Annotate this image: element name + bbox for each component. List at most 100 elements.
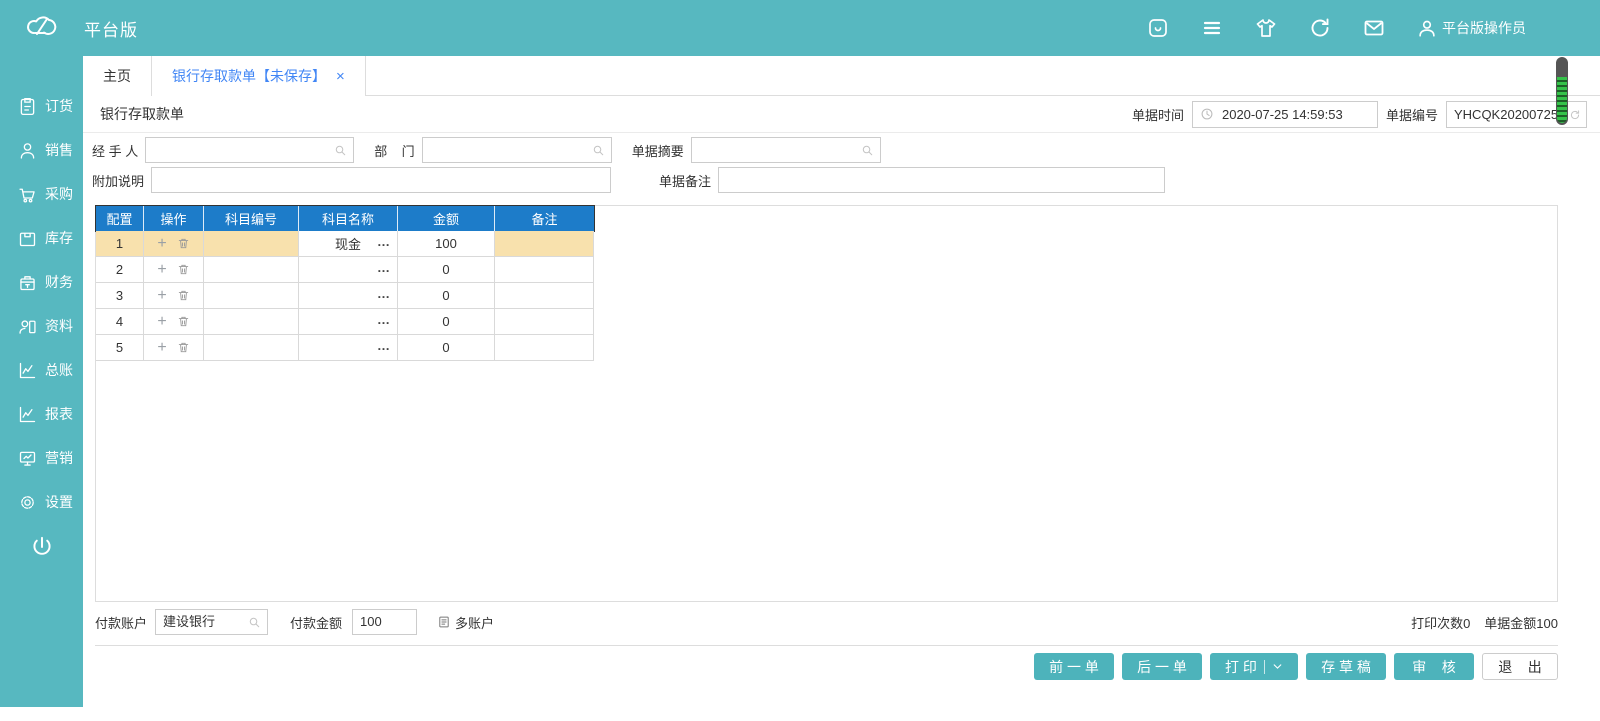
cell-account-code[interactable] [204, 309, 299, 335]
remark-input[interactable] [718, 167, 1166, 193]
table-row[interactable]: 1 + 现金 … 100 [96, 231, 594, 257]
extra-label: 附加说明 [92, 173, 145, 189]
button-label: 打 印 [1225, 658, 1257, 675]
table-row[interactable]: 4 + … 0 [96, 309, 594, 335]
cell-amount[interactable]: 0 [398, 335, 495, 361]
cell-account-name[interactable]: … [299, 257, 398, 283]
dept-label: 部 门 [374, 143, 415, 159]
sidebar-item-label: 总账 [45, 362, 73, 378]
cell-account-code[interactable] [204, 257, 299, 283]
pay-account-input[interactable]: 建设银行 [155, 609, 269, 635]
chart-icon [19, 406, 36, 422]
shirt-icon[interactable] [1254, 16, 1278, 40]
lookup-dots-button[interactable]: … [377, 234, 391, 249]
delete-row-icon[interactable] [177, 289, 190, 302]
search-icon[interactable] [592, 144, 605, 157]
add-row-icon[interactable]: + [157, 313, 166, 330]
col-header-name: 科目名称 [299, 206, 398, 231]
regenerate-no-icon[interactable] [1569, 109, 1581, 121]
cell-amount[interactable]: 0 [398, 257, 495, 283]
document-header: 银行存取款单 单据时间 2020-07-25 14:59:53 单据编号 YHC… [83, 96, 1600, 133]
cell-remark[interactable] [495, 283, 594, 309]
sidebar-item-ziliao[interactable]: 资料 [0, 304, 83, 348]
add-row-icon[interactable]: + [157, 261, 166, 278]
button-label: 审 核 [1412, 658, 1456, 675]
sidebar-item-yingxiao[interactable]: 营销 [0, 436, 83, 480]
delete-row-icon[interactable] [177, 341, 190, 354]
sidebar-item-dinghuo[interactable]: 订货 [0, 84, 83, 128]
remark-label: 单据备注 [659, 173, 712, 189]
audit-button[interactable]: 审 核 [1394, 653, 1474, 680]
cell-account-name[interactable]: … [299, 283, 398, 309]
cell-amount[interactable]: 0 [398, 309, 495, 335]
save-draft-button[interactable]: 存 草 稿 [1306, 653, 1386, 680]
cell-remark[interactable] [495, 257, 594, 283]
print-button[interactable]: 打 印 [1210, 653, 1298, 680]
add-row-icon[interactable]: + [157, 339, 166, 356]
summary-input[interactable] [690, 137, 881, 163]
chevron-down-icon[interactable] [1272, 661, 1283, 672]
mail-icon[interactable] [1362, 16, 1386, 40]
delete-row-icon[interactable] [177, 315, 190, 328]
prev-doc-button[interactable]: 前 一 单 [1034, 653, 1114, 680]
search-icon[interactable] [248, 616, 261, 629]
table-row[interactable]: 3 + … 0 [96, 283, 594, 309]
handler-label: 经 手 人 [92, 143, 139, 159]
cell-account-name[interactable]: 现金 … [299, 231, 398, 257]
pay-amount-value: 100 [360, 614, 382, 629]
doc-time-input[interactable]: 2020-07-25 14:59:53 [1191, 100, 1378, 128]
menu-icon[interactable] [1200, 16, 1224, 40]
sidebar-item-shezhi[interactable]: 设置 [0, 480, 83, 524]
handler-input[interactable] [145, 137, 355, 163]
sidebar-item-zongzhang[interactable]: 总账 [0, 348, 83, 392]
delete-row-icon[interactable] [177, 263, 190, 276]
lookup-dots-button[interactable]: … [377, 260, 391, 275]
cell-remark[interactable] [495, 335, 594, 361]
sidebar-item-caiwu[interactable]: 财务 [0, 260, 83, 304]
lookup-dots-button[interactable]: … [377, 312, 391, 327]
close-tab-icon[interactable]: × [336, 68, 345, 85]
cell-account-code[interactable] [204, 283, 299, 309]
cell-remark[interactable] [495, 309, 594, 335]
sidebar-item-xiaoshou[interactable]: 销售 [0, 128, 83, 172]
multi-account-button[interactable]: 多账户 [437, 613, 494, 632]
next-doc-button[interactable]: 后 一 单 [1122, 653, 1202, 680]
search-icon[interactable] [334, 144, 347, 157]
app-center-icon[interactable] [1146, 16, 1170, 40]
cell-account-code[interactable] [204, 231, 299, 257]
cell-account-code[interactable] [204, 335, 299, 361]
dept-input[interactable] [421, 137, 612, 163]
col-header-remark: 备注 [531, 212, 558, 227]
refresh-icon[interactable] [1308, 16, 1332, 40]
cell-account-name[interactable]: … [299, 309, 398, 335]
sidebar-item-caigou[interactable]: 采购 [0, 172, 83, 216]
doc-time-label: 单据时间 [1131, 107, 1184, 123]
tab-home[interactable]: 主页 [83, 56, 152, 96]
tab-bar: 主页 银行存取款单【未保存】 × [83, 56, 1600, 96]
sidebar-item-baobiao[interactable]: 报表 [0, 392, 83, 436]
delete-row-icon[interactable] [177, 237, 190, 250]
cell-remark[interactable] [495, 231, 594, 257]
cell-amount[interactable]: 0 [398, 283, 495, 309]
exit-button[interactable]: 退 出 [1482, 653, 1558, 680]
extra-input[interactable] [151, 167, 612, 193]
sidebar-item-label: 报表 [45, 406, 73, 422]
table-row[interactable]: 2 + … 0 [96, 257, 594, 283]
tab-bank-deposit[interactable]: 银行存取款单【未保存】 × [152, 56, 366, 96]
logout-button[interactable] [0, 524, 83, 570]
sidebar-item-label: 采购 [45, 186, 73, 202]
cell-account-name[interactable]: … [299, 335, 398, 361]
table-header-row: 配置 操作 科目编号 科目名称 金额 备注 [95, 205, 595, 232]
sidebar-item-kucun[interactable]: 库存 [0, 216, 83, 260]
pay-amount-input[interactable]: 100 [352, 609, 418, 635]
add-row-icon[interactable]: + [157, 235, 166, 252]
cell-amount[interactable]: 100 [398, 231, 495, 257]
scrollbar-thumb[interactable] [1556, 57, 1568, 125]
add-row-icon[interactable]: + [157, 287, 166, 304]
search-icon[interactable] [861, 144, 874, 157]
lookup-dots-button[interactable]: … [377, 286, 391, 301]
table-row[interactable]: 5 + … 0 [96, 335, 594, 361]
user-menu[interactable]: 平台版操作员 [1416, 17, 1526, 39]
divider [1263, 659, 1265, 674]
lookup-dots-button[interactable]: … [377, 338, 391, 353]
